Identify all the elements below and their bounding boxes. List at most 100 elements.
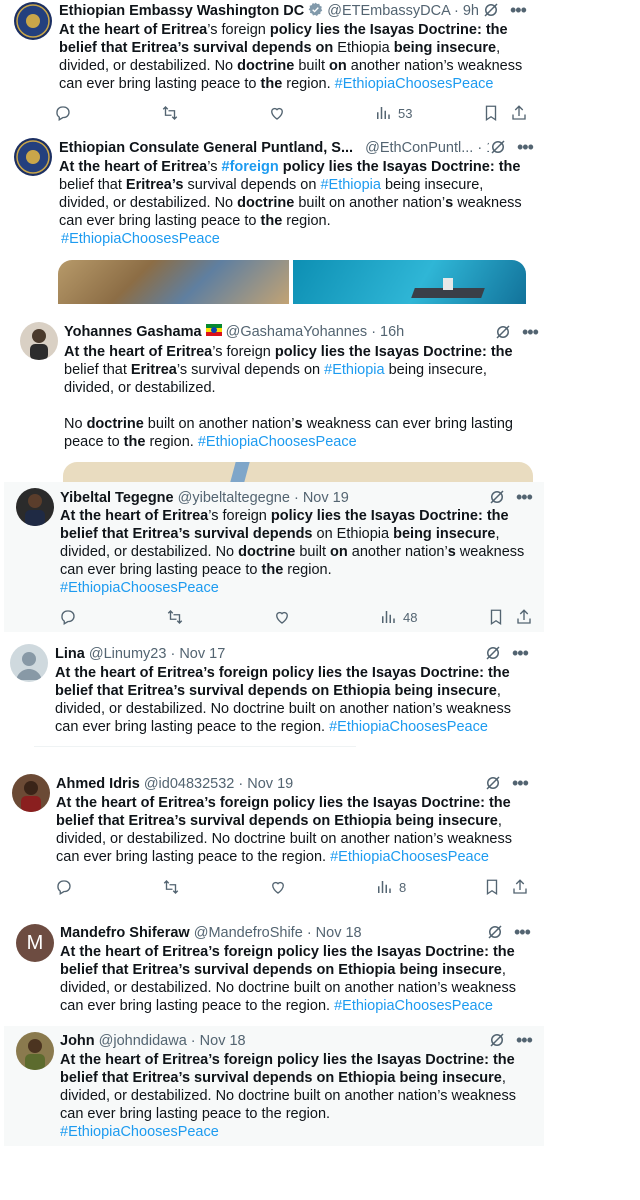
retweet-button[interactable] — [166, 608, 184, 626]
retweet-button[interactable] — [162, 878, 180, 896]
tweet-text-segment: doctrine — [238, 544, 296, 560]
handle[interactable]: @yibeltaltegegne — [178, 490, 290, 506]
bookmark-button[interactable] — [487, 608, 505, 626]
share-button[interactable] — [515, 608, 533, 626]
hashtag-link[interactable]: #foreign — [222, 159, 279, 175]
grok-icon[interactable] — [488, 1031, 506, 1049]
display-name[interactable]: Yibeltal Tegegne — [60, 490, 174, 506]
display-name[interactable]: Yohannes Gashama — [64, 324, 202, 340]
tweet-card[interactable]: Lina @Linumy23 · Nov 17 ••• At the heart… — [4, 638, 540, 748]
more-icon[interactable]: ••• — [522, 323, 539, 341]
grok-icon[interactable] — [488, 488, 506, 506]
hashtag-link[interactable]: #EthiopiaChoosesPeace — [330, 849, 489, 865]
map-image[interactable] — [58, 260, 289, 304]
hashtag-link[interactable]: #Ethiopia — [324, 362, 384, 378]
grok-icon[interactable] — [494, 323, 512, 341]
tweet-text: At the heart of Eritrea’s foreign policy… — [60, 1051, 535, 1123]
tweet-text-segment: region. — [145, 434, 198, 450]
reply-button[interactable] — [59, 608, 77, 626]
like-button[interactable] — [273, 608, 291, 626]
more-icon[interactable]: ••• — [517, 138, 534, 156]
more-icon[interactable]: ••• — [512, 644, 529, 662]
hashtag-link[interactable]: #EthiopiaChoosesPeace — [334, 998, 493, 1014]
retweet-button[interactable] — [161, 104, 179, 122]
hashtag-link[interactable]: #Ethiopia — [320, 177, 380, 193]
handle[interactable]: @ETEmbassyDCA — [327, 3, 450, 19]
timestamp[interactable]: 16h — [380, 324, 404, 340]
hashtag-link[interactable]: #EthiopiaChoosesPeace — [335, 76, 494, 92]
timestamp[interactable]: 9h — [463, 3, 479, 19]
views-button[interactable]: 53 — [374, 104, 412, 122]
display-name[interactable]: Ahmed Idris — [56, 776, 140, 792]
more-icon[interactable]: ••• — [516, 1031, 533, 1049]
bookmark-button[interactable] — [482, 104, 500, 122]
display-name[interactable]: John — [60, 1033, 95, 1049]
tweet-text-segment: another nation’ — [347, 544, 448, 560]
reply-button[interactable] — [54, 104, 72, 122]
separator: · — [306, 925, 316, 941]
tweet-card[interactable]: Ethiopian Embassy Washington DC @ETEmbas… — [4, 0, 540, 128]
tweet-card[interactable]: M Mandefro Shiferaw @MandefroShife · Nov… — [4, 918, 540, 1018]
views-button[interactable]: 8 — [375, 878, 406, 896]
tweet-card[interactable]: Ahmed Idris @id04832532 · Nov 19 ••• At … — [4, 768, 540, 902]
display-name[interactable]: Lina — [55, 646, 85, 662]
tweet-media[interactable] — [63, 462, 533, 482]
handle[interactable]: @MandefroShife — [194, 925, 303, 941]
handle[interactable]: @johndidawa — [99, 1033, 187, 1049]
timestamp[interactable]: Nov 19 — [303, 490, 349, 506]
avatar[interactable]: M — [16, 924, 54, 962]
more-icon[interactable]: ••• — [516, 488, 533, 506]
more-icon[interactable]: ••• — [512, 774, 529, 792]
avatar[interactable] — [10, 644, 48, 682]
grok-icon[interactable] — [486, 923, 504, 941]
tweet-card[interactable]: Ethiopian Consulate General Puntland, S.… — [4, 134, 542, 304]
reply-icon — [56, 106, 70, 121]
display-name[interactable]: Ethiopian Embassy Washington DC — [59, 3, 304, 19]
grok-icon[interactable] — [484, 774, 502, 792]
handle[interactable]: @GashamaYohannes — [226, 324, 368, 340]
hashtag-link[interactable]: #EthiopiaChoosesPeace — [329, 719, 488, 735]
reply-button[interactable] — [55, 878, 73, 896]
avatar[interactable] — [14, 2, 52, 40]
hashtag-link[interactable]: #EthiopiaChoosesPeace — [60, 1123, 219, 1141]
timestamp[interactable]: Nov 19 — [247, 776, 293, 792]
like-button[interactable] — [269, 878, 287, 896]
handle[interactable]: @EthConPuntl... — [365, 140, 473, 156]
avatar[interactable] — [20, 322, 58, 360]
more-icon[interactable]: ••• — [510, 1, 527, 19]
grok-icon[interactable] — [482, 1, 500, 19]
hashtag-link[interactable]: #EthiopiaChoosesPeace — [61, 230, 220, 248]
tweet-card[interactable]: John @johndidawa · Nov 18 ••• At the hea… — [4, 1026, 544, 1146]
tweet-text-segment: belief that — [64, 362, 131, 378]
tweet-text-segment: s — [294, 416, 303, 432]
share-button[interactable] — [511, 878, 529, 896]
tweet-text-segment: At the heart of Eritrea — [60, 508, 209, 524]
avatar[interactable] — [16, 1032, 54, 1070]
display-name[interactable]: Mandefro Shiferaw — [60, 925, 190, 941]
timestamp[interactable]: Nov 18 — [316, 925, 362, 941]
hashtag-link[interactable]: #EthiopiaChoosesPeace — [198, 434, 357, 450]
timestamp[interactable]: Nov 18 — [200, 1033, 246, 1049]
bookmark-button[interactable] — [483, 878, 501, 896]
ship-image[interactable] — [293, 260, 526, 304]
handle[interactable]: @id04832532 — [144, 776, 235, 792]
avatar[interactable] — [16, 488, 54, 526]
tweet-text-segment: policy lies the Isayas Doctrine: the — [282, 159, 521, 175]
handle[interactable]: @Linumy23 — [89, 646, 167, 662]
like-button[interactable] — [268, 104, 286, 122]
avatar[interactable] — [14, 138, 52, 176]
timestamp[interactable]: Nov 17 — [179, 646, 225, 662]
tweet-header: Lina @Linumy23 · Nov 17 — [55, 645, 475, 663]
tweet-media[interactable] — [58, 260, 526, 304]
more-icon[interactable]: ••• — [514, 923, 531, 941]
tweet-card[interactable]: Yohannes Gashama @GashamaYohannes · 16h … — [8, 316, 548, 482]
grok-icon[interactable] — [484, 644, 502, 662]
display-name[interactable]: Ethiopian Consulate General Puntland, S.… — [59, 140, 353, 156]
share-button[interactable] — [510, 104, 528, 122]
hashtag-link[interactable]: #EthiopiaChoosesPeace — [60, 579, 219, 597]
grok-icon[interactable] — [489, 138, 507, 156]
views-button[interactable]: 48 — [379, 608, 417, 626]
tweet-card[interactable]: Yibeltal Tegegne @yibeltaltegegne · Nov … — [4, 482, 544, 632]
tweet-controls: ••• — [484, 774, 529, 792]
avatar[interactable] — [12, 774, 50, 812]
